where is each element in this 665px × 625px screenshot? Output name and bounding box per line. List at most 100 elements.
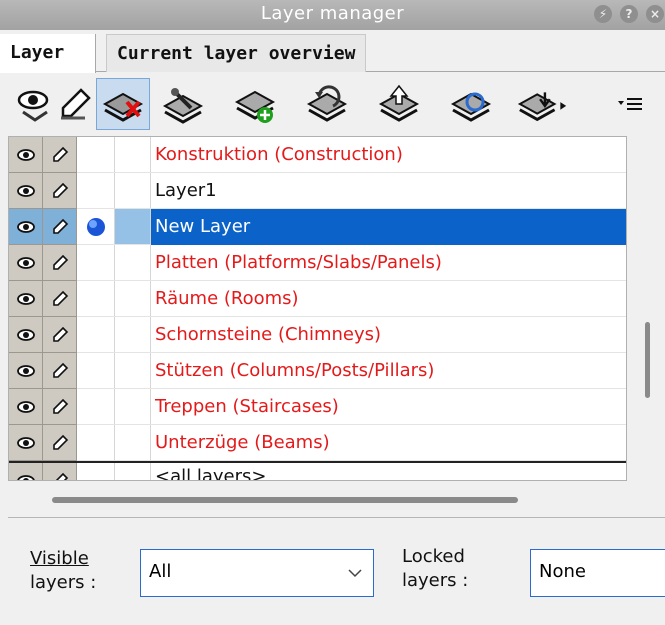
layer-row[interactable]: Treppen (Staircases) xyxy=(9,389,626,425)
edit-toggle[interactable] xyxy=(43,245,77,281)
visible-label-line1: Visible xyxy=(30,547,96,571)
help-icon[interactable]: ? xyxy=(620,5,638,23)
pencil-icon xyxy=(52,362,68,378)
refresh-layer-button[interactable] xyxy=(444,78,498,130)
layer-name[interactable]: Räume (Rooms) xyxy=(155,281,299,317)
layer-list[interactable]: Konstruktion (Construction) Layer1 New Lay… xyxy=(8,136,627,481)
menu-icon xyxy=(618,98,642,110)
visibility-toggle[interactable] xyxy=(9,173,43,209)
layer-name[interactable]: Schornsteine (Chimneys) xyxy=(155,317,381,353)
visible-label-text: Visible xyxy=(30,548,89,569)
current-layer-cell[interactable] xyxy=(77,173,115,209)
all-layers-label[interactable]: <all layers> xyxy=(155,459,266,480)
layer-down-button[interactable] xyxy=(516,78,570,130)
close-icon[interactable]: × xyxy=(646,5,664,23)
locked-label-line2: layers : xyxy=(402,570,469,591)
locked-layers-label: Locked layers : xyxy=(402,545,468,593)
edit-toggle[interactable] xyxy=(43,173,77,209)
edit-toggle[interactable] xyxy=(43,209,77,245)
tab-bar: Layer Current layer overview xyxy=(0,34,665,73)
toolbar-menu-button[interactable] xyxy=(604,78,658,130)
edit-toggle[interactable] xyxy=(43,353,77,389)
layer-name[interactable]: Konstruktion (Construction) xyxy=(155,137,403,173)
layer-color-cell[interactable] xyxy=(115,137,151,173)
visibility-toggle[interactable] xyxy=(9,281,43,317)
layer-row[interactable]: Platten (Platforms/Slabs/Panels) xyxy=(9,245,626,281)
visibility-toggle[interactable] xyxy=(9,353,43,389)
current-layer-cell[interactable] xyxy=(77,281,115,317)
layer-up-icon xyxy=(378,84,420,122)
eye-icon xyxy=(16,474,35,480)
pin-icon[interactable]: ⚡ xyxy=(594,5,612,23)
locked-layers-select[interactable]: None xyxy=(530,549,665,597)
layer-name[interactable]: Unterzüge (Beams) xyxy=(155,425,330,461)
layer-settings-button[interactable] xyxy=(156,78,210,130)
visibility-toggle[interactable] xyxy=(9,425,43,461)
eye-icon xyxy=(16,328,35,341)
layer-row[interactable]: New Layer xyxy=(9,209,626,245)
layer-color-cell[interactable] xyxy=(115,245,151,281)
layer-name[interactable]: Treppen (Staircases) xyxy=(155,389,339,425)
divider xyxy=(8,517,665,518)
layer-name[interactable]: Stützen (Columns/Posts/Pillars) xyxy=(155,353,434,389)
current-layer-cell[interactable] xyxy=(77,425,115,461)
current-layer-cell[interactable] xyxy=(77,389,115,425)
all-layers-row[interactable]: <all layers> xyxy=(9,459,626,480)
visibility-toggle[interactable] xyxy=(9,389,43,425)
visibility-toggle[interactable] xyxy=(9,137,43,173)
layer-color-cell[interactable] xyxy=(115,317,151,353)
layer-color-cell[interactable] xyxy=(115,173,151,209)
layer-name[interactable]: Layer1 xyxy=(155,173,217,209)
layer-color-cell[interactable] xyxy=(115,209,151,245)
eye-icon xyxy=(16,364,35,377)
layer-row[interactable]: Konstruktion (Construction) xyxy=(9,137,626,173)
delete-layer-button[interactable] xyxy=(96,78,150,130)
layer-name[interactable]: Platten (Platforms/Slabs/Panels) xyxy=(155,245,442,281)
visible-layers-select[interactable]: All xyxy=(140,549,374,597)
edit-toggle[interactable] xyxy=(43,317,77,353)
eye-icon xyxy=(16,148,35,161)
eye-icon xyxy=(16,220,35,233)
current-layer-cell[interactable] xyxy=(77,317,115,353)
layer-color-cell[interactable] xyxy=(115,281,151,317)
layer-row[interactable]: Unterzüge (Beams) xyxy=(9,425,626,461)
edit-toggle[interactable] xyxy=(43,389,77,425)
edit-toggle[interactable] xyxy=(43,425,77,461)
pencil-toggle-button[interactable] xyxy=(48,78,102,130)
chevron-down-icon xyxy=(348,569,362,578)
layer-row[interactable]: Stützen (Columns/Posts/Pillars) xyxy=(9,353,626,389)
layer-up-button[interactable] xyxy=(372,78,426,130)
layer-color-cell[interactable] xyxy=(115,389,151,425)
tab-layer[interactable]: Layer xyxy=(0,34,96,73)
delete-layer-icon xyxy=(102,92,144,122)
horizontal-scrollbar[interactable] xyxy=(52,497,518,503)
visibility-toggle[interactable] xyxy=(9,209,43,245)
pencil-icon xyxy=(61,88,91,120)
current-layer-cell[interactable] xyxy=(77,209,115,245)
new-layer-button[interactable] xyxy=(228,78,282,130)
edit-toggle[interactable] xyxy=(43,463,77,480)
layer-row[interactable]: Schornsteine (Chimneys) xyxy=(9,317,626,353)
visibility-toggle[interactable] xyxy=(9,317,43,353)
window-title: Layer manager xyxy=(260,3,405,24)
current-layer-cell[interactable] xyxy=(77,353,115,389)
visibility-toggle[interactable] xyxy=(9,463,43,480)
layer-color-cell[interactable] xyxy=(115,353,151,389)
eye-icon xyxy=(16,256,35,269)
new-layer-icon xyxy=(234,90,276,123)
current-layer-cell[interactable] xyxy=(77,245,115,281)
current-layer-cell xyxy=(77,463,115,480)
layer-row[interactable]: Layer1 xyxy=(9,173,626,209)
layer-color-cell[interactable] xyxy=(115,425,151,461)
tab-current-layer-overview[interactable]: Current layer overview xyxy=(106,34,367,72)
edit-toggle[interactable] xyxy=(43,137,77,173)
current-layer-cell[interactable] xyxy=(77,137,115,173)
layer-row[interactable]: Räume (Rooms) xyxy=(9,281,626,317)
visibility-toggle[interactable] xyxy=(9,245,43,281)
vertical-scrollbar[interactable] xyxy=(645,322,650,398)
visible-layers-value: All xyxy=(149,561,172,582)
layer-name[interactable]: New Layer xyxy=(151,209,626,245)
undo-layer-button[interactable] xyxy=(300,78,354,130)
pencil-icon xyxy=(52,326,68,342)
edit-toggle[interactable] xyxy=(43,281,77,317)
